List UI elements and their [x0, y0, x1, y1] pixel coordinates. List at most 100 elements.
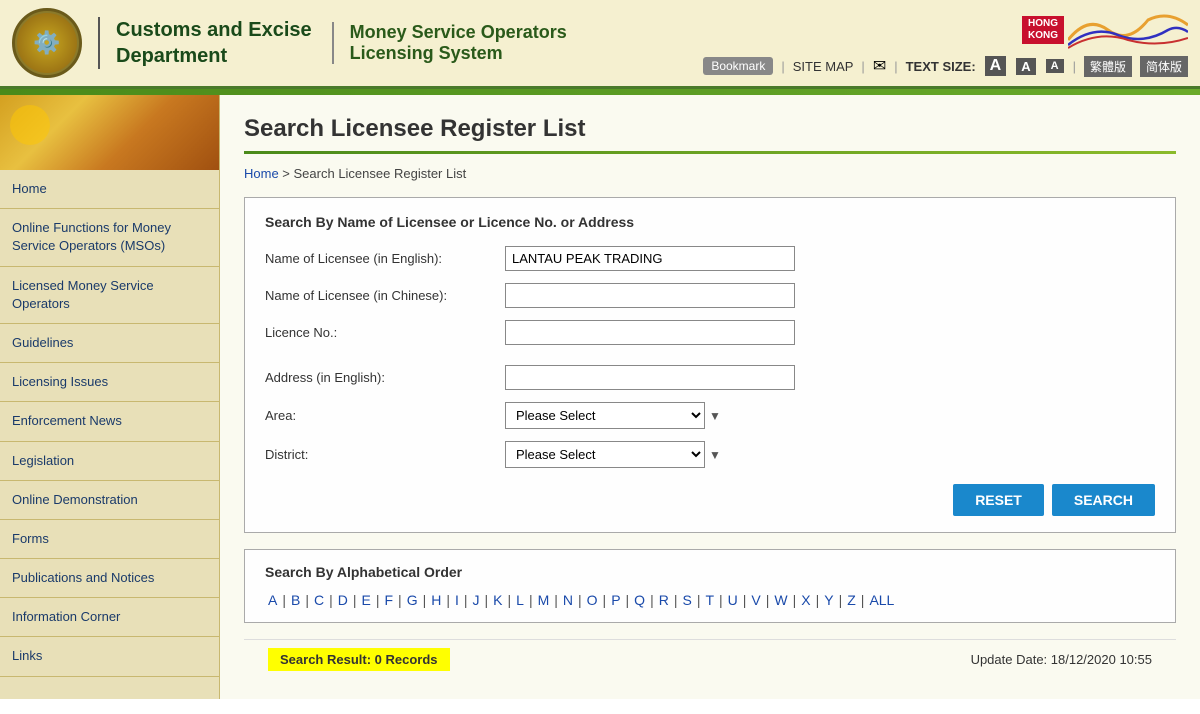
alpha-X[interactable]: X: [798, 592, 813, 608]
mail-icon[interactable]: ✉: [873, 56, 886, 76]
form-row-district: District: Please Select ▼: [265, 441, 1155, 468]
textsize-medium[interactable]: A: [1016, 58, 1035, 75]
dept-title: Customs and Excise Department: [98, 17, 312, 69]
breadcrumb: Home > Search Licensee Register List: [244, 166, 1176, 181]
alpha-search-title: Search By Alphabetical Order: [265, 564, 1155, 580]
reset-button[interactable]: RESET: [953, 484, 1044, 516]
footer-bar: Search Result: 0 Records Update Date: 18…: [244, 639, 1176, 679]
label-name-en: Name of Licensee (in English):: [265, 251, 505, 266]
alpha-W[interactable]: W: [771, 592, 790, 608]
sidebar-image: [0, 95, 219, 170]
sidebar-item-licensed-mso[interactable]: Licensed Money Service Operators: [0, 267, 219, 324]
alpha-P[interactable]: P: [608, 592, 623, 608]
hk-badge: HONG KONG: [1022, 16, 1064, 44]
lang-simp-chinese[interactable]: 简体版: [1140, 56, 1188, 77]
alpha-V[interactable]: V: [748, 592, 763, 608]
select-district[interactable]: Please Select: [505, 441, 705, 468]
alpha-E[interactable]: E: [359, 592, 374, 608]
alpha-H[interactable]: H: [428, 592, 444, 608]
sidebar: Home Online Functions for Money Service …: [0, 95, 220, 699]
alpha-T[interactable]: T: [702, 592, 717, 608]
sidebar-item-guidelines[interactable]: Guidelines: [0, 324, 219, 363]
alpha-A[interactable]: A: [265, 592, 280, 608]
sidebar-item-online-functions[interactable]: Online Functions for Money Service Opera…: [0, 209, 219, 266]
alpha-links: A| B| C| D| E| F| G| H| I| J| K| L| M| N…: [265, 592, 1155, 608]
sidebar-item-enforcement-news[interactable]: Enforcement News: [0, 402, 219, 441]
breadcrumb-home-link[interactable]: Home: [244, 166, 279, 181]
sidebar-item-forms[interactable]: Forms: [0, 520, 219, 559]
sidebar-item-links[interactable]: Links: [0, 637, 219, 676]
textsize-large[interactable]: A: [985, 56, 1007, 76]
select-area[interactable]: Please Select: [505, 402, 705, 429]
logo-emblem: ⚙️: [17, 13, 77, 73]
label-district: District:: [265, 447, 505, 462]
logo: ⚙️: [12, 8, 82, 78]
textsize-small[interactable]: A: [1046, 59, 1064, 73]
form-row-name-en: Name of Licensee (in English):: [265, 246, 1155, 271]
sitemap-link[interactable]: SITE MAP: [793, 59, 854, 74]
form-row-name-zh: Name of Licensee (in Chinese):: [265, 283, 1155, 308]
sidebar-item-legislation[interactable]: Legislation: [0, 442, 219, 481]
input-licence[interactable]: [505, 320, 795, 345]
search-form-box: Search By Name of Licensee or Licence No…: [244, 197, 1176, 533]
sidebar-nav: Home Online Functions for Money Service …: [0, 170, 219, 677]
sidebar-item-info-corner[interactable]: Information Corner: [0, 598, 219, 637]
main-content: Search Licensee Register List Home > Sea…: [220, 95, 1200, 699]
alpha-R[interactable]: R: [656, 592, 672, 608]
alpha-G[interactable]: G: [404, 592, 421, 608]
page-title: Search Licensee Register List: [244, 115, 1176, 143]
system-title: Money Service Operators Licensing System: [332, 22, 567, 64]
sidebar-item-home[interactable]: Home: [0, 170, 219, 209]
alpha-N[interactable]: N: [560, 592, 576, 608]
label-address: Address (in English):: [265, 370, 505, 385]
search-result-badge: Search Result: 0 Records: [268, 648, 450, 671]
alpha-Y[interactable]: Y: [821, 592, 836, 608]
lang-trad-chinese[interactable]: 繁體版: [1084, 56, 1132, 77]
textsize-label: TEXT SIZE:: [906, 59, 976, 74]
button-row: RESET SEARCH: [265, 484, 1155, 516]
alpha-I[interactable]: I: [452, 592, 462, 608]
alpha-J[interactable]: J: [470, 592, 483, 608]
alpha-U[interactable]: U: [725, 592, 741, 608]
alpha-B[interactable]: B: [288, 592, 303, 608]
sidebar-banner: [0, 95, 219, 170]
alpha-K[interactable]: K: [490, 592, 505, 608]
alpha-Z[interactable]: Z: [844, 592, 859, 608]
alpha-Q[interactable]: Q: [631, 592, 648, 608]
sidebar-item-publications[interactable]: Publications and Notices: [0, 559, 219, 598]
alpha-L[interactable]: L: [513, 592, 527, 608]
search-button[interactable]: SEARCH: [1052, 484, 1155, 516]
form-spacer: [265, 357, 1155, 365]
sidebar-item-online-demo[interactable]: Online Demonstration: [0, 481, 219, 520]
alpha-search-box: Search By Alphabetical Order A| B| C| D|…: [244, 549, 1176, 623]
area-dropdown-icon: ▼: [709, 409, 721, 423]
sidebar-item-licensing-issues[interactable]: Licensing Issues: [0, 363, 219, 402]
alpha-D[interactable]: D: [335, 592, 351, 608]
dept-name: Customs and Excise Department: [116, 17, 312, 69]
label-licence: Licence No.:: [265, 325, 505, 340]
header-right: HONG KONG Bookmark | SITE MAP | ✉ | TEXT…: [703, 10, 1188, 77]
input-address[interactable]: [505, 365, 795, 390]
label-area: Area:: [265, 408, 505, 423]
alpha-C[interactable]: C: [311, 592, 327, 608]
search-form-title: Search By Name of Licensee or Licence No…: [265, 214, 1155, 230]
label-name-zh: Name of Licensee (in Chinese):: [265, 288, 505, 303]
form-row-licence: Licence No.:: [265, 320, 1155, 345]
form-row-area: Area: Please Select ▼: [265, 402, 1155, 429]
main-layout: Home Online Functions for Money Service …: [0, 95, 1200, 699]
district-dropdown-icon: ▼: [709, 448, 721, 462]
alpha-S[interactable]: S: [679, 592, 694, 608]
toolbar: Bookmark | SITE MAP | ✉ | TEXT SIZE: A A…: [703, 56, 1188, 77]
alpha-ALL[interactable]: ALL: [866, 592, 897, 608]
header-left: ⚙️ Customs and Excise Department Money S…: [12, 8, 567, 78]
input-name-en[interactable]: [505, 246, 795, 271]
alpha-M[interactable]: M: [535, 592, 553, 608]
alpha-O[interactable]: O: [584, 592, 601, 608]
hk-wave-logo: [1068, 10, 1188, 50]
input-name-zh[interactable]: [505, 283, 795, 308]
update-date: Update Date: 18/12/2020 10:55: [971, 652, 1152, 667]
form-row-address: Address (in English):: [265, 365, 1155, 390]
page-header: ⚙️ Customs and Excise Department Money S…: [0, 0, 1200, 89]
bookmark-button[interactable]: Bookmark: [703, 57, 773, 75]
alpha-F[interactable]: F: [381, 592, 396, 608]
